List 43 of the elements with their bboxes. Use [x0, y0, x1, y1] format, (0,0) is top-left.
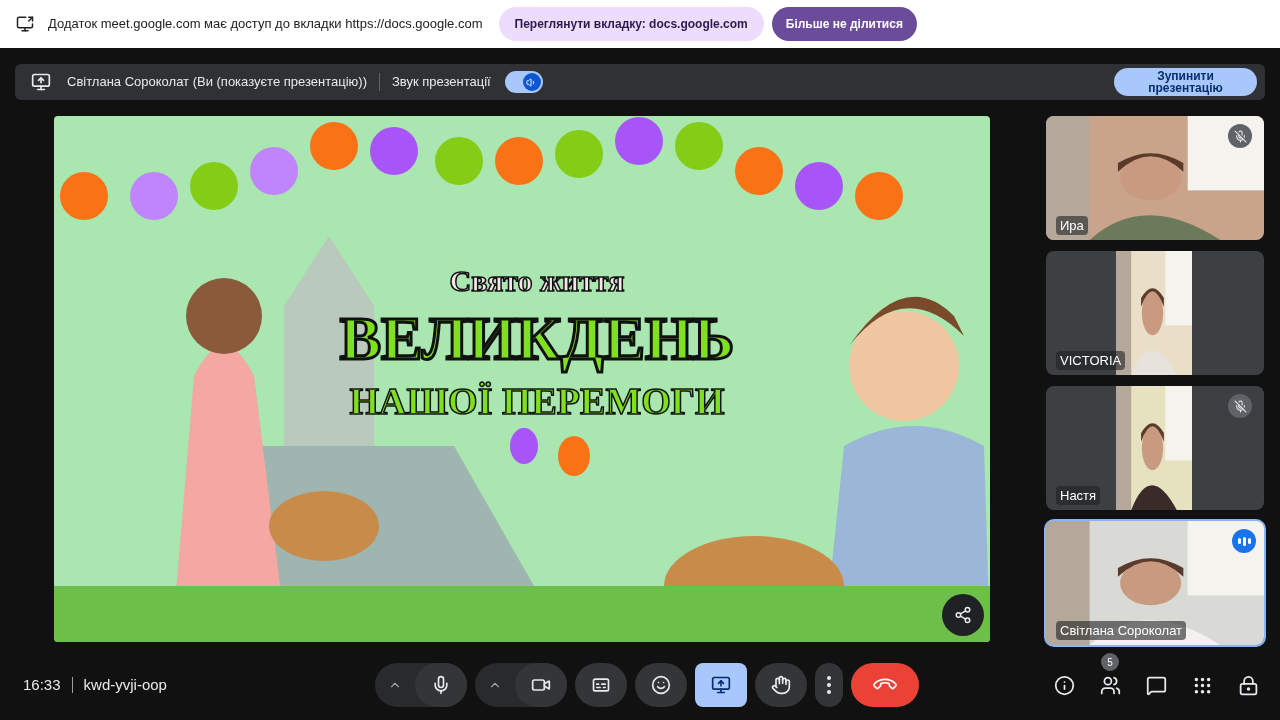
- screen-share-icon: [16, 15, 34, 33]
- emoji-button[interactable]: [635, 663, 687, 707]
- microphone-icon: [431, 675, 451, 695]
- slide-title-second-line: НАШОЇ ПЕРЕМОГИ: [349, 379, 725, 424]
- meeting-code: kwd-yvji-oop: [83, 674, 167, 695]
- more-options-icon: [827, 676, 831, 694]
- camera-button[interactable]: [515, 663, 567, 707]
- participant-tile[interactable]: Ира: [1046, 116, 1264, 240]
- more-options-button[interactable]: [815, 663, 843, 707]
- slide-subtitle: Свято життя: [449, 263, 625, 299]
- microphone-button[interactable]: [415, 663, 467, 707]
- participant-name: Настя: [1056, 485, 1101, 505]
- smiley-icon: [651, 675, 671, 695]
- hand-icon: [771, 675, 791, 695]
- participant-count-badge: 5: [1101, 653, 1119, 671]
- participant-name: Світлана Сороколат: [1056, 620, 1187, 640]
- lock-icon: [1237, 674, 1259, 696]
- leave-call-button[interactable]: [851, 663, 919, 707]
- participant-name: VICTORIA: [1056, 350, 1126, 370]
- share-icon: [954, 606, 972, 624]
- captions-icon: [591, 675, 611, 695]
- participant-tile[interactable]: Світлана Сороколат: [1046, 521, 1264, 645]
- info-icon: [1053, 674, 1075, 696]
- presentation-audio-label: Звук презентації: [392, 73, 491, 92]
- chat-icon: [1145, 674, 1167, 696]
- participant-name: Ира: [1056, 215, 1088, 235]
- presenting-icon: [31, 72, 51, 92]
- info-button[interactable]: [1052, 673, 1076, 697]
- captions-button[interactable]: [575, 663, 627, 707]
- participant-tile[interactable]: VICTORIA: [1046, 251, 1264, 375]
- presenter-label: Світлана Сороколат (Ви (показуєте презентацію)): [67, 73, 367, 92]
- participant-tile[interactable]: Настя: [1046, 386, 1264, 510]
- present-button[interactable]: [695, 663, 747, 707]
- slide-title: ВЕЛИКДЕНЬ: [339, 303, 735, 373]
- audio-toggle[interactable]: [504, 71, 543, 93]
- people-icon: [1099, 674, 1121, 696]
- notification-text: Додаток meet.google.com має доступ до вкладки https://docs.google.com: [48, 15, 483, 34]
- stop-sharing-button[interactable]: Більше не ділитися: [771, 7, 917, 41]
- stop-presenting-button[interactable]: Зупинити презентацію: [1114, 68, 1257, 96]
- view-tab-button[interactable]: Переглянути вкладку: docs.google.com: [498, 7, 764, 41]
- meeting-time: 16:33: [23, 674, 61, 695]
- present-screen-icon: [711, 675, 731, 695]
- raise-hand-button[interactable]: [755, 663, 807, 707]
